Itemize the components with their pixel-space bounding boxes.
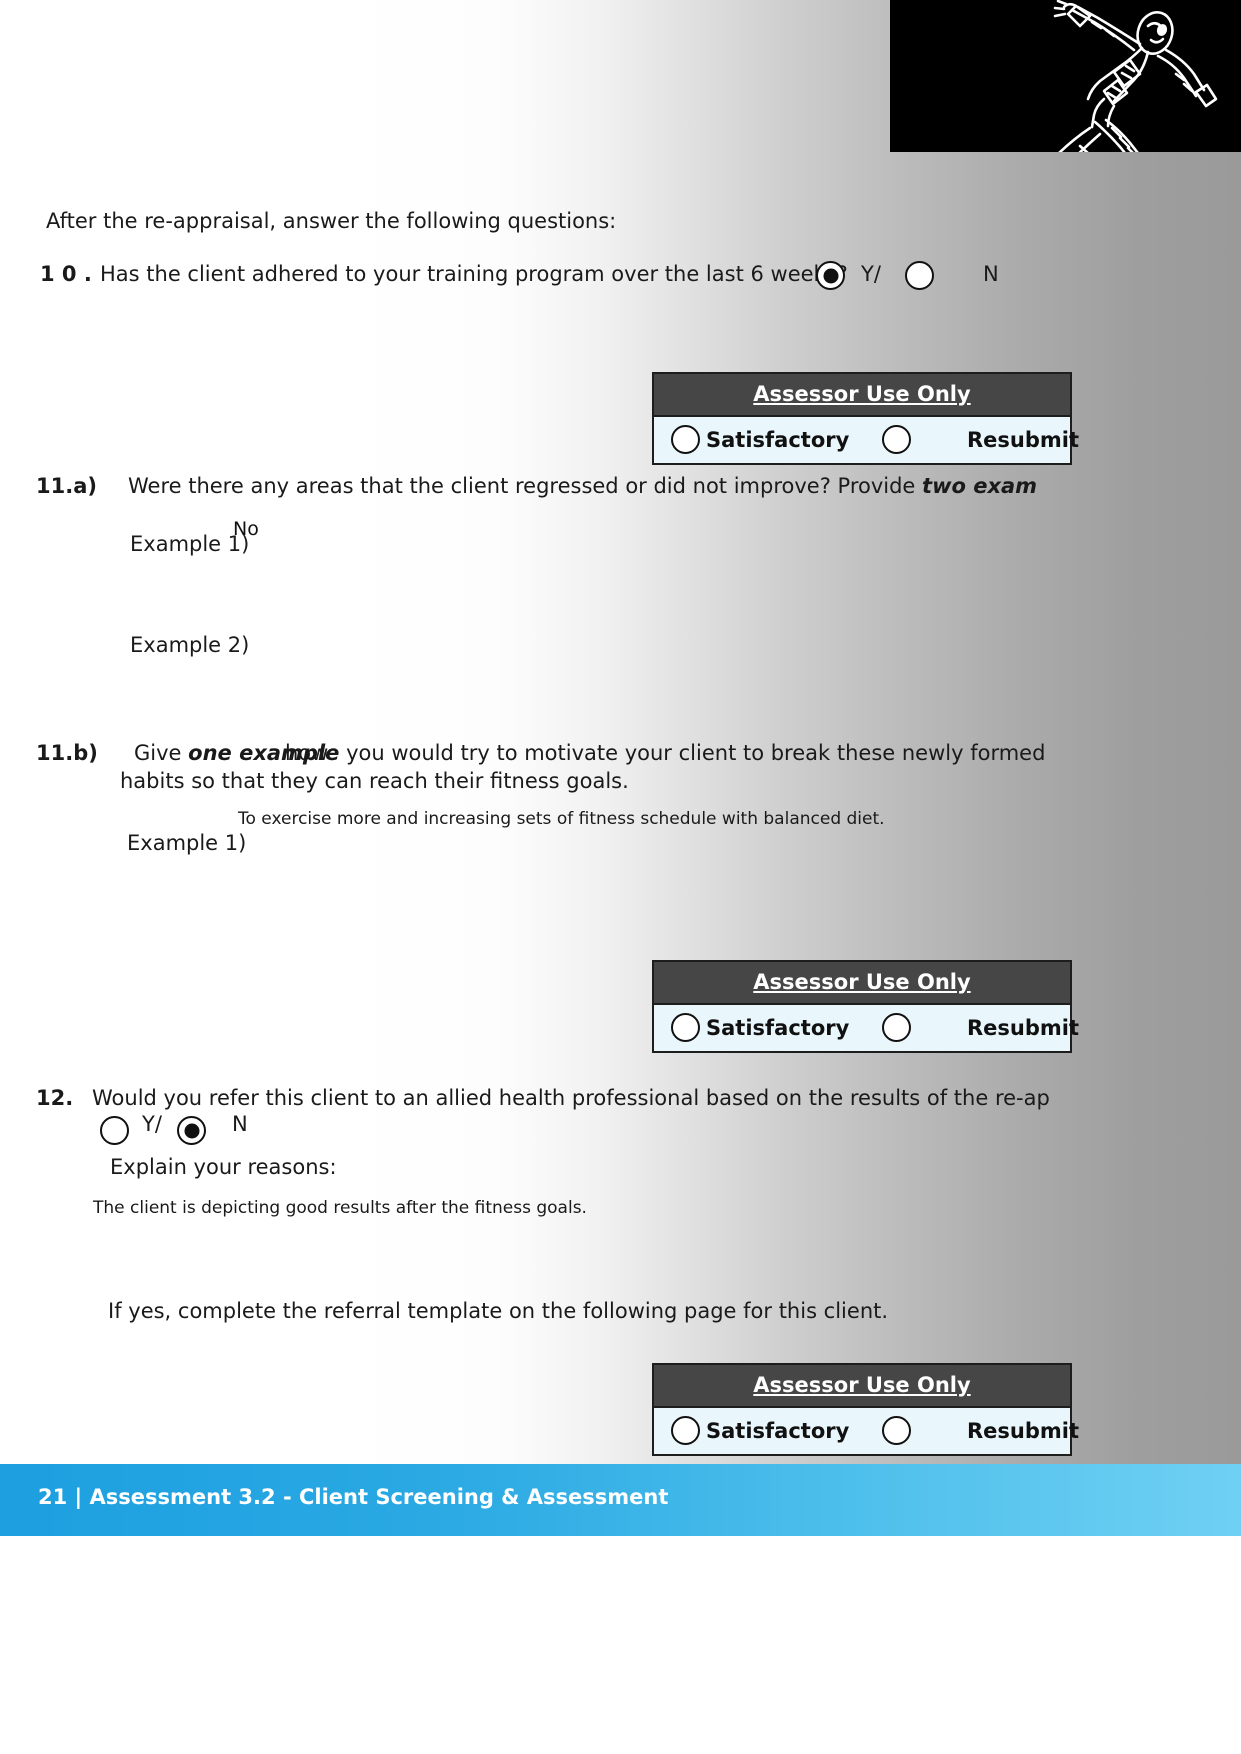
assessor-box-1-body: Satisfactory Resubmit — [654, 417, 1079, 463]
question-12-label-no: N — [232, 1112, 248, 1136]
question-12-label-yes: Y/ — [142, 1112, 162, 1136]
assessor-box-1-radio-satisfactory[interactable] — [671, 425, 700, 454]
page-footer-bar: 21 | Assessment 3.2 - Client Screening &… — [0, 1464, 1241, 1536]
question-10-text: Has the client adhered to your training … — [100, 262, 848, 286]
question-12-note: If yes, complete the referral template o… — [108, 1299, 889, 1323]
question-12-explain-prompt: Explain your reasons: — [110, 1155, 337, 1179]
question-10-label-no: N — [983, 262, 999, 286]
assessor-box-1-radio-resubmit[interactable] — [882, 425, 911, 454]
assessor-box-2-label-resubmit: Resubmit — [967, 1016, 1080, 1040]
question-11b-text-line2: habits so that they can reach their fitn… — [120, 769, 629, 793]
assessor-box-2-radio-resubmit[interactable] — [882, 1013, 911, 1042]
assessor-box-3-body: Satisfactory Resubmit — [654, 1408, 1079, 1454]
document-page: After the re-appraisal, answer the follo… — [0, 0, 1241, 1754]
question-11a-example-1-answer: No — [233, 518, 259, 540]
question-12-radio-no[interactable] — [177, 1116, 206, 1145]
question-12-explain-answer: The client is depicting good results aft… — [93, 1198, 587, 1218]
assessor-box-2-radio-satisfactory[interactable] — [671, 1013, 700, 1042]
question-11a-emphasis: two exam — [922, 474, 1038, 498]
assessor-box-3-title: Assessor Use Only — [654, 1365, 1070, 1408]
question-11a-example-2-label: Example 2) — [130, 633, 250, 657]
question-11a-text: Were there any areas that the client reg… — [128, 474, 1038, 498]
assessor-box-1-label-resubmit: Resubmit — [967, 428, 1080, 452]
intro-text: After the re-appraisal, answer the follo… — [46, 209, 617, 233]
footer-text: 21 | Assessment 3.2 - Client Screening &… — [38, 1485, 669, 1509]
question-12-radio-yes[interactable] — [100, 1116, 129, 1145]
assessor-box-1-title: Assessor Use Only — [654, 374, 1070, 417]
assessor-box-3-radio-resubmit[interactable] — [882, 1416, 911, 1445]
question-10-radio-no[interactable] — [905, 261, 934, 290]
question-10-number: 1 0 . — [40, 262, 92, 286]
assessor-box-2-label-satisfactory: Satisfactory — [706, 1016, 850, 1040]
question-10-label-yes: Y/ — [861, 262, 881, 286]
question-11b-example-1-label: Example 1) — [127, 831, 247, 855]
assessor-box-1-label-satisfactory: Satisfactory — [706, 428, 850, 452]
page-bottom-margin — [0, 1536, 1241, 1754]
assessor-box-3-radio-satisfactory[interactable] — [671, 1416, 700, 1445]
question-11b-overlap-word: how — [285, 741, 329, 765]
assessor-box-3-label-resubmit: Resubmit — [967, 1419, 1080, 1443]
question-12-number: 12. — [36, 1086, 74, 1110]
question-11b-number: 11.b) — [36, 741, 98, 765]
question-11b-text: Give one example you would try to motiva… — [134, 741, 1046, 765]
question-11a-example-1-label: Example 1) — [130, 532, 250, 556]
question-11a-number: 11.a) — [36, 474, 97, 498]
running-athlete-logo — [890, 0, 1241, 152]
assessor-box-2: Assessor Use Only Satisfactory Resubmit — [652, 960, 1079, 1053]
assessor-box-2-body: Satisfactory Resubmit — [654, 1005, 1079, 1051]
assessor-box-1: Assessor Use Only Satisfactory Resubmit — [652, 372, 1079, 465]
question-11b-example-1-answer: To exercise more and increasing sets of … — [238, 809, 885, 829]
question-10-radio-yes[interactable] — [816, 261, 845, 290]
assessor-box-3: Assessor Use Only Satisfactory Resubmit — [652, 1363, 1079, 1456]
assessor-box-2-title: Assessor Use Only — [654, 962, 1070, 1005]
assessor-box-3-label-satisfactory: Satisfactory — [706, 1419, 850, 1443]
question-12-text: Would you refer this client to an allied… — [92, 1086, 1050, 1110]
